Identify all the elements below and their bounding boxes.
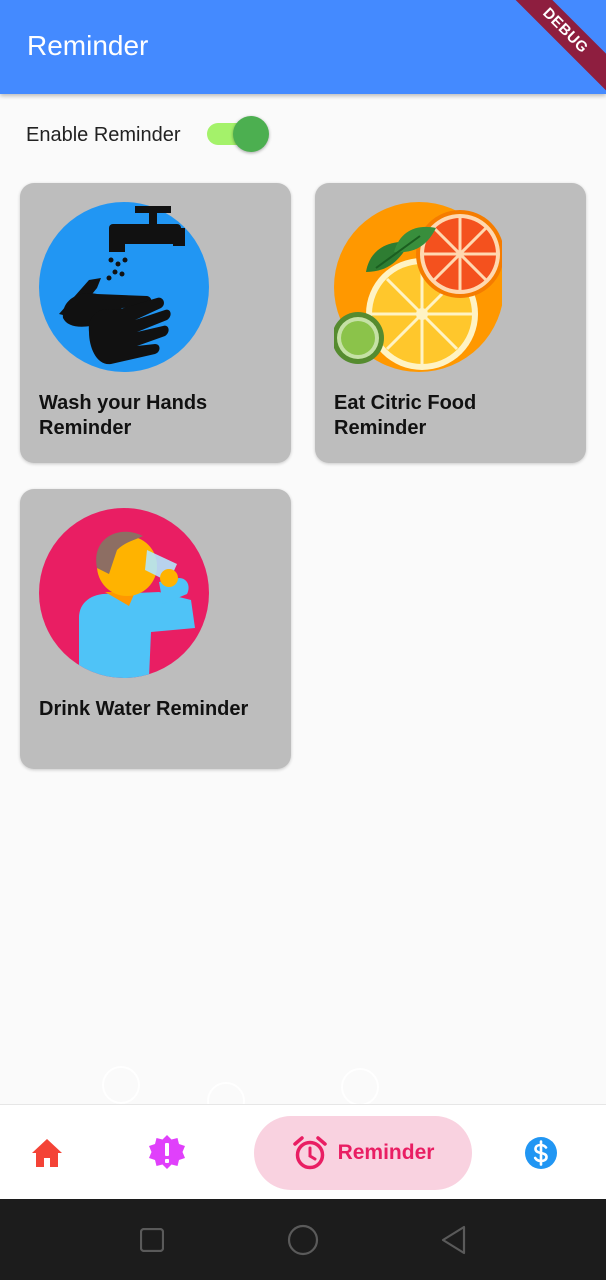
alarm-clock-icon <box>292 1136 327 1170</box>
drink-water-card[interactable]: Drink Water Reminder <box>20 489 291 769</box>
nav-payments[interactable] <box>508 1105 574 1200</box>
ripple-effect <box>102 1066 140 1104</box>
enable-reminder-switch[interactable] <box>207 116 269 152</box>
ripple-effect <box>341 1068 379 1106</box>
app-bar: Reminder DEBUG <box>0 0 606 94</box>
back-button[interactable] <box>440 1225 468 1260</box>
card-title: Eat Citric Food Reminder <box>334 392 477 439</box>
enable-reminder-label: Enable Reminder <box>26 124 181 146</box>
enable-reminder-row: Enable Reminder <box>26 116 286 156</box>
dollar-icon <box>525 1136 557 1169</box>
nav-reminder-label: Reminder <box>337 1141 435 1164</box>
home-button[interactable] <box>287 1224 319 1261</box>
home-circle-icon <box>287 1224 319 1256</box>
home-icon <box>32 1138 62 1167</box>
page-title: Reminder <box>27 30 149 61</box>
recent-apps-button[interactable] <box>139 1227 165 1257</box>
wash-hands-card[interactable]: Wash your Hands Reminder <box>20 183 291 463</box>
hand-wash-icon <box>39 202 209 372</box>
debug-banner: DEBUG <box>495 0 606 94</box>
nav-alerts[interactable] <box>134 1105 200 1200</box>
drink-water-icon <box>39 508 209 678</box>
nav-home[interactable] <box>14 1105 80 1200</box>
citric-food-card[interactable]: Eat Citric Food Reminder <box>315 183 586 463</box>
alert-badge-icon <box>149 1134 185 1169</box>
recent-apps-icon <box>139 1227 165 1253</box>
switch-thumb[interactable] <box>233 116 269 152</box>
card-title: Wash your Hands Reminder <box>39 392 208 439</box>
nav-reminder[interactable]: Reminder <box>254 1116 472 1190</box>
system-navigation-bar <box>0 1199 606 1280</box>
card-title: Drink Water Reminder <box>39 698 249 720</box>
back-icon <box>441 1225 466 1255</box>
citrus-fruit-icon <box>334 202 502 372</box>
bottom-navigation: Reminder <box>0 1104 606 1199</box>
